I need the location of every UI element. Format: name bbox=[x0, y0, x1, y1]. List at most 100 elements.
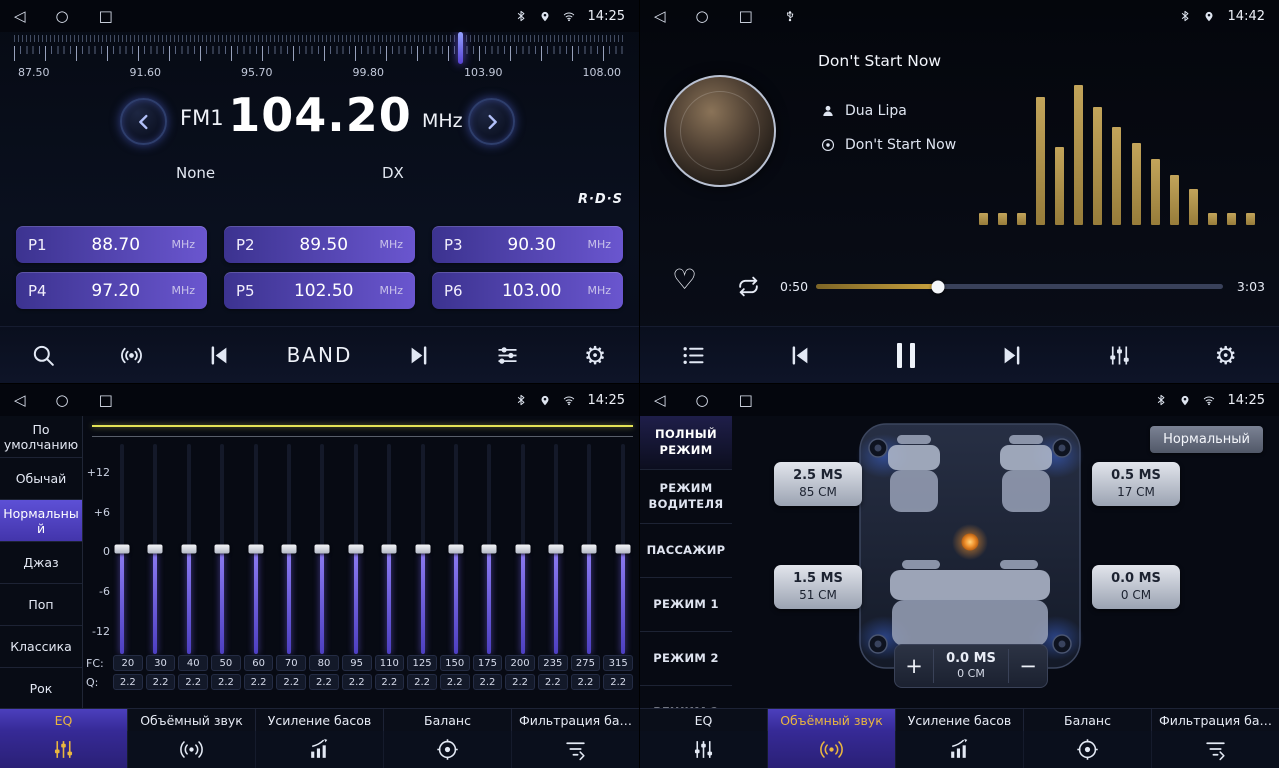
tab-balance[interactable]: Баланс bbox=[384, 709, 512, 731]
slider-handle[interactable] bbox=[415, 545, 430, 554]
eq-band-slider[interactable] bbox=[181, 444, 197, 654]
eq-band-slider[interactable] bbox=[381, 444, 397, 654]
eq-band-slider[interactable] bbox=[448, 444, 464, 654]
eq-band-slider[interactable] bbox=[114, 444, 130, 654]
tab-surround-sound[interactable]: Объёмный звук bbox=[128, 709, 256, 731]
slider-handle[interactable] bbox=[582, 545, 597, 554]
tab-surround-sound[interactable]: Объёмный звук bbox=[768, 709, 896, 731]
eq-tab-icon-button[interactable] bbox=[0, 731, 128, 768]
slider-handle[interactable] bbox=[549, 545, 564, 554]
broadcast-button[interactable] bbox=[111, 342, 151, 369]
eq-tab-icon-button[interactable] bbox=[640, 731, 768, 768]
eq-band-slider[interactable] bbox=[415, 444, 431, 654]
preset-button-p3[interactable]: P3 90.30 MHz bbox=[432, 226, 623, 263]
mode-full[interactable]: ПОЛНЫЙ РЕЖИМ bbox=[640, 416, 732, 470]
rear-right-delay-button[interactable]: 0.0 MS 0 CM bbox=[1092, 565, 1180, 609]
eq-preset-pop[interactable]: Поп bbox=[0, 584, 82, 626]
slider-handle[interactable] bbox=[315, 545, 330, 554]
tab-filter[interactable]: Фильтрация ба… bbox=[1152, 709, 1279, 731]
settings-button[interactable]: ⚙ bbox=[575, 343, 615, 368]
front-right-delay-button[interactable]: 0.5 MS 17 CM bbox=[1092, 462, 1180, 506]
tab-filter[interactable]: Фильтрация ба… bbox=[512, 709, 639, 731]
mode-2[interactable]: РЕЖИМ 2 bbox=[640, 632, 732, 686]
favorite-button[interactable]: ♡ bbox=[672, 266, 697, 294]
tab-balance[interactable]: Баланс bbox=[1024, 709, 1152, 731]
slider-handle[interactable] bbox=[482, 545, 497, 554]
preset-button-p6[interactable]: P6 103.00 MHz bbox=[432, 272, 623, 309]
eq-band-slider[interactable] bbox=[615, 444, 631, 654]
preset-button-p2[interactable]: P2 89.50 MHz bbox=[224, 226, 415, 263]
tab-eq[interactable]: EQ bbox=[640, 709, 768, 731]
tune-up-button[interactable] bbox=[468, 98, 515, 145]
home-button[interactable]: ○ bbox=[56, 9, 69, 24]
mode-1[interactable]: РЕЖИМ 1 bbox=[640, 578, 732, 632]
balance-tab-icon-button[interactable] bbox=[384, 731, 512, 768]
eq-preset-classic[interactable]: Классика bbox=[0, 626, 82, 668]
eq-band-slider[interactable] bbox=[581, 444, 597, 654]
slider-handle[interactable] bbox=[148, 545, 163, 554]
bass-boost-tab-icon-button[interactable] bbox=[256, 731, 384, 768]
rear-left-delay-button[interactable]: 1.5 MS 51 CM bbox=[774, 565, 862, 609]
mode-driver[interactable]: РЕЖИМ ВОДИТЕЛЯ bbox=[640, 470, 732, 524]
sound-preset-button[interactable]: Нормальный bbox=[1150, 426, 1263, 453]
previous-track-button[interactable] bbox=[780, 342, 820, 369]
home-button[interactable]: ○ bbox=[696, 393, 709, 408]
slider-handle[interactable] bbox=[382, 545, 397, 554]
eq-preset-jazz[interactable]: Джаз bbox=[0, 542, 82, 584]
surround-tab-icon-button[interactable] bbox=[768, 731, 896, 768]
recents-button[interactable]: □ bbox=[739, 9, 753, 24]
dial-indicator[interactable] bbox=[458, 32, 463, 64]
bass-boost-tab-icon-button[interactable] bbox=[896, 731, 1024, 768]
slider-handle[interactable] bbox=[248, 545, 263, 554]
eq-preset-normal[interactable]: Нормальный bbox=[0, 500, 82, 542]
eq-band-slider[interactable] bbox=[147, 444, 163, 654]
balance-tab-icon-button[interactable] bbox=[1024, 731, 1152, 768]
eq-band-slider[interactable] bbox=[281, 444, 297, 654]
slider-handle[interactable] bbox=[115, 545, 130, 554]
playlist-button[interactable] bbox=[673, 342, 713, 369]
pause-button[interactable] bbox=[886, 343, 926, 368]
band-button[interactable]: BAND bbox=[287, 343, 353, 367]
filter-tab-icon-button[interactable] bbox=[512, 731, 639, 768]
eq-band-slider[interactable] bbox=[248, 444, 264, 654]
recents-button[interactable]: □ bbox=[739, 393, 753, 408]
progress-bar[interactable] bbox=[816, 284, 1223, 289]
tune-down-button[interactable] bbox=[120, 98, 167, 145]
mode-passenger[interactable]: ПАССАЖИР bbox=[640, 524, 732, 578]
settings-button[interactable]: ⚙ bbox=[1206, 343, 1246, 368]
slider-handle[interactable] bbox=[615, 545, 630, 554]
tab-bass-boost[interactable]: Усиление басов bbox=[256, 709, 384, 731]
preset-button-p4[interactable]: P4 97.20 MHz bbox=[16, 272, 207, 309]
front-left-delay-button[interactable]: 2.5 MS 85 CM bbox=[774, 462, 862, 506]
filter-tab-icon-button[interactable] bbox=[1152, 731, 1279, 768]
previous-station-button[interactable] bbox=[199, 342, 239, 369]
slider-handle[interactable] bbox=[215, 545, 230, 554]
eq-band-slider[interactable] bbox=[214, 444, 230, 654]
recents-button[interactable]: □ bbox=[99, 393, 113, 408]
slider-handle[interactable] bbox=[281, 545, 296, 554]
increase-delay-button[interactable]: + bbox=[895, 656, 933, 677]
slider-handle[interactable] bbox=[181, 545, 196, 554]
preset-button-p5[interactable]: P5 102.50 MHz bbox=[224, 272, 415, 309]
next-station-button[interactable] bbox=[400, 342, 440, 369]
preset-button-p1[interactable]: P1 88.70 MHz bbox=[16, 226, 207, 263]
eq-band-slider[interactable] bbox=[548, 444, 564, 654]
tab-bass-boost[interactable]: Усиление басов bbox=[896, 709, 1024, 731]
back-button[interactable]: ◁ bbox=[654, 9, 666, 24]
progress-knob[interactable] bbox=[932, 280, 945, 293]
eq-preset-custom[interactable]: Обычай bbox=[0, 458, 82, 500]
next-track-button[interactable] bbox=[993, 342, 1033, 369]
eq-band-slider[interactable] bbox=[314, 444, 330, 654]
equalizer-button[interactable] bbox=[1099, 342, 1139, 369]
eq-band-slider[interactable] bbox=[515, 444, 531, 654]
decrease-delay-button[interactable]: − bbox=[1009, 656, 1047, 677]
home-button[interactable]: ○ bbox=[56, 393, 69, 408]
frequency-dial[interactable]: 87.50 91.60 95.70 99.80 103.90 108.00 bbox=[10, 35, 629, 83]
surround-tab-icon-button[interactable] bbox=[128, 731, 256, 768]
recents-button[interactable]: □ bbox=[99, 9, 113, 24]
slider-handle[interactable] bbox=[348, 545, 363, 554]
back-button[interactable]: ◁ bbox=[14, 393, 26, 408]
back-button[interactable]: ◁ bbox=[654, 393, 666, 408]
eq-band-slider[interactable] bbox=[481, 444, 497, 654]
eq-preset-rock[interactable]: Рок bbox=[0, 668, 82, 710]
